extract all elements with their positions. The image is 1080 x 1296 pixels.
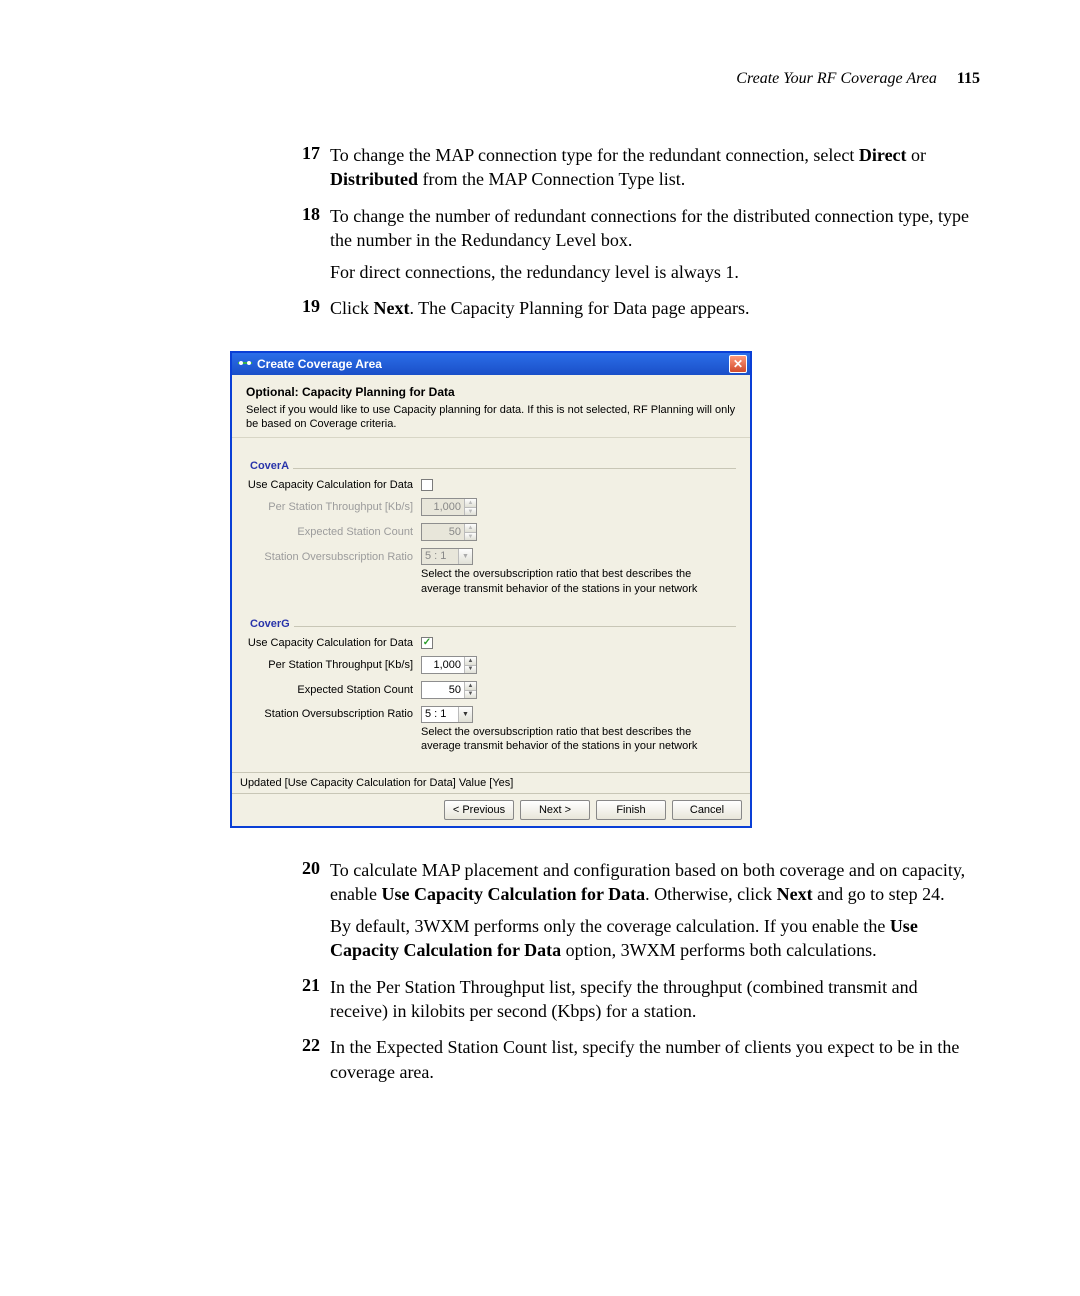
spinner-down-icon[interactable]: ▼ — [464, 690, 476, 698]
spinner-input[interactable]: 50▲▼ — [421, 681, 477, 699]
spinner-value: 50 — [422, 524, 464, 540]
step-body: To calculate MAP placement and configura… — [330, 858, 980, 963]
spinner-buttons[interactable]: ▲▼ — [464, 682, 476, 698]
step-number: 22 — [290, 1035, 320, 1056]
spinner-down-icon: ▼ — [464, 507, 476, 515]
step-body: To change the number of redundant connec… — [330, 204, 980, 285]
chevron-down-icon[interactable]: ▼ — [458, 707, 472, 722]
step-body: In the Per Station Throughput list, spec… — [330, 975, 980, 1024]
dialog-status-text: Updated [Use Capacity Calculation for Da… — [232, 772, 750, 793]
chevron-down-icon: ▼ — [458, 549, 472, 564]
cancel-button[interactable]: Cancel — [672, 800, 742, 820]
dropdown-input: 5 : 1▼ — [421, 548, 473, 565]
label-oversubscription: Station Oversubscription Ratio — [246, 551, 421, 563]
spinner-input: 50▲▼ — [421, 523, 477, 541]
step-body: To change the MAP connection type for th… — [330, 143, 980, 192]
group-title: CoverA — [246, 460, 293, 472]
oversubscription-hint: Select the oversubscription ratio that b… — [421, 567, 736, 596]
row-oversubscription: Station Oversubscription Ratio5 : 1▼ — [246, 548, 736, 565]
dialog-figure: Create Coverage Area ✕ Optional: Capacit… — [230, 351, 990, 828]
step-item: 19 Click Next. The Capacity Planning for … — [290, 296, 980, 320]
spinner-buttons[interactable]: ▲▼ — [464, 657, 476, 673]
create-coverage-dialog: Create Coverage Area ✕ Optional: Capacit… — [230, 351, 752, 828]
spinner-up-icon: ▲ — [464, 499, 476, 507]
row-use-capacity: Use Capacity Calculation for Data — [246, 637, 736, 649]
use-capacity-checkbox[interactable] — [421, 637, 433, 649]
dropdown-input[interactable]: 5 : 1▼ — [421, 706, 473, 723]
page-number: 115 — [957, 70, 980, 87]
row-station-count: Expected Station Count50▲▼ — [246, 523, 736, 541]
steps-before: 17 To change the MAP connection type for … — [290, 143, 980, 321]
group-divider — [246, 626, 736, 627]
use-capacity-checkbox[interactable] — [421, 479, 433, 491]
close-icon: ✕ — [733, 358, 743, 370]
document-page: Create Your RF Coverage Area 115 17 To ch… — [0, 0, 1080, 1136]
header-title: Create Your RF Coverage Area — [736, 70, 937, 87]
label-station-count: Expected Station Count — [246, 684, 421, 696]
spinner-value: 1,000 — [422, 499, 464, 515]
step-number: 17 — [290, 143, 320, 164]
label-station-count: Expected Station Count — [246, 526, 421, 538]
dialog-subheading: Select if you would like to use Capacity… — [246, 403, 736, 432]
dialog-header-section: Optional: Capacity Planning for Data Sel… — [232, 375, 750, 439]
row-oversubscription: Station Oversubscription Ratio5 : 1▼ — [246, 706, 736, 723]
step-body: Click Next. The Capacity Planning for Da… — [330, 296, 980, 320]
row-use-capacity: Use Capacity Calculation for Data — [246, 479, 736, 491]
spinner-down-icon[interactable]: ▼ — [464, 665, 476, 673]
row-throughput: Per Station Throughput [Kb/s]1,000▲▼ — [246, 656, 736, 674]
spinner-value: 1,000 — [422, 657, 464, 673]
previous-button[interactable]: < Previous — [444, 800, 514, 820]
step-item: 17 To change the MAP connection type for … — [290, 143, 980, 192]
spinner-input: 1,000▲▼ — [421, 498, 477, 516]
row-station-count: Expected Station Count50▲▼ — [246, 681, 736, 699]
page-header: Create Your RF Coverage Area 115 — [90, 70, 990, 88]
spinner-value: 50 — [422, 682, 464, 698]
step-item: 20 To calculate MAP placement and configu… — [290, 858, 980, 963]
label-use-capacity: Use Capacity Calculation for Data — [246, 479, 421, 491]
step-item: 18 To change the number of redundant conn… — [290, 204, 980, 285]
steps-after: 20 To calculate MAP placement and configu… — [290, 858, 980, 1084]
dialog-button-bar: < Previous Next > Finish Cancel — [232, 793, 750, 826]
step-number: 21 — [290, 975, 320, 996]
next-button[interactable]: Next > — [520, 800, 590, 820]
label-oversubscription: Station Oversubscription Ratio — [246, 708, 421, 720]
step-number: 20 — [290, 858, 320, 879]
dialog-titlebar[interactable]: Create Coverage Area ✕ — [232, 353, 750, 375]
spinner-buttons: ▲▼ — [464, 499, 476, 515]
spinner-input[interactable]: 1,000▲▼ — [421, 656, 477, 674]
step-number: 18 — [290, 204, 320, 225]
finish-button[interactable]: Finish — [596, 800, 666, 820]
label-throughput: Per Station Throughput [Kb/s] — [246, 501, 421, 513]
spinner-up-icon[interactable]: ▲ — [464, 657, 476, 665]
step-item: 22 In the Expected Station Count list, sp… — [290, 1035, 980, 1084]
step-body: In the Expected Station Count list, spec… — [330, 1035, 980, 1084]
row-throughput: Per Station Throughput [Kb/s]1,000▲▼ — [246, 498, 736, 516]
dialog-body: Optional: Capacity Planning for Data Sel… — [232, 375, 750, 826]
label-throughput: Per Station Throughput [Kb/s] — [246, 659, 421, 671]
coverage-group: CoverG Use Capacity Calculation for Data P… — [246, 614, 736, 754]
spinner-down-icon: ▼ — [464, 532, 476, 540]
coverage-group: CoverA Use Capacity Calculation for Data P… — [246, 456, 736, 596]
dropdown-value: 5 : 1 — [422, 549, 458, 564]
spinner-up-icon: ▲ — [464, 524, 476, 532]
app-icon — [238, 357, 252, 371]
close-button[interactable]: ✕ — [729, 355, 747, 373]
dialog-heading: Optional: Capacity Planning for Data — [246, 385, 736, 399]
group-title: CoverG — [246, 618, 294, 630]
oversubscription-hint: Select the oversubscription ratio that b… — [421, 725, 736, 754]
spinner-buttons: ▲▼ — [464, 524, 476, 540]
spinner-up-icon[interactable]: ▲ — [464, 682, 476, 690]
step-number: 19 — [290, 296, 320, 317]
dropdown-value: 5 : 1 — [422, 707, 458, 722]
label-use-capacity: Use Capacity Calculation for Data — [246, 637, 421, 649]
step-item: 21 In the Per Station Throughput list, sp… — [290, 975, 980, 1024]
group-divider — [246, 468, 736, 469]
dialog-window-title: Create Coverage Area — [257, 357, 729, 371]
